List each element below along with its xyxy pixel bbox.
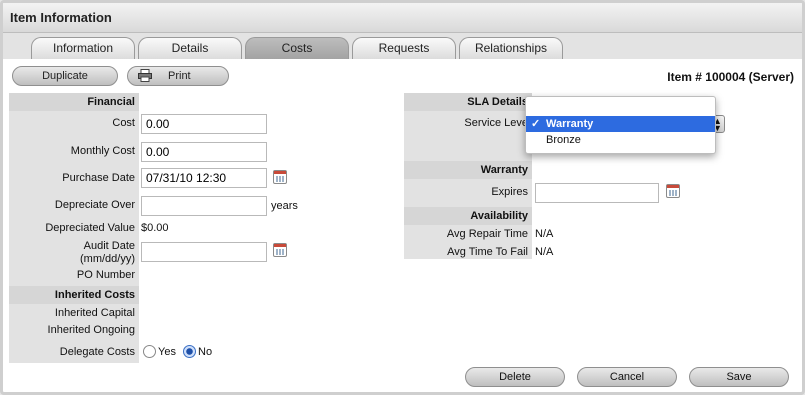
availability-section-header: Availability xyxy=(404,207,532,225)
delegate-yes-label: Yes xyxy=(158,346,176,358)
page-title: Item Information xyxy=(10,10,112,25)
avg-time-to-fail-label: Avg Time To Fail xyxy=(447,246,528,258)
calendar-icon[interactable] xyxy=(666,184,680,198)
inherited-ongoing-label: Inherited Ongoing xyxy=(47,324,135,336)
financial-section-header: Financial xyxy=(9,93,139,111)
po-number-label: PO Number xyxy=(76,269,135,281)
print-button[interactable]: Print xyxy=(127,66,229,86)
depreciate-over-input[interactable] xyxy=(141,196,267,216)
duplicate-button[interactable]: Duplicate xyxy=(12,66,118,86)
audit-date-input[interactable] xyxy=(141,242,267,262)
avg-repair-time-label: Avg Repair Time xyxy=(446,228,528,240)
delete-button[interactable]: Delete xyxy=(465,367,565,387)
expires-input[interactable] xyxy=(535,183,659,203)
inherited-costs-section-header: Inherited Costs xyxy=(9,286,139,304)
calendar-icon[interactable] xyxy=(273,243,287,257)
tab-strip: Information Details Costs Requests Relat… xyxy=(3,33,802,59)
printer-icon xyxy=(138,69,152,82)
depreciate-over-label: Depreciate Over xyxy=(54,199,135,211)
depreciated-value-label: Depreciated Value xyxy=(45,222,135,234)
service-level-dropdown-menu: ✓ Warranty Bronze xyxy=(525,96,716,154)
cost-label: Cost xyxy=(112,117,135,129)
purchase-date-label: Purchase Date xyxy=(62,172,135,184)
service-level-label: Service Leve xyxy=(464,117,528,129)
avg-time-to-fail-value: N/A xyxy=(535,246,554,258)
delegate-no-radio[interactable] xyxy=(183,345,196,358)
service-level-option-bronze[interactable]: Bronze xyxy=(526,132,715,148)
delegate-no-label: No xyxy=(198,346,213,358)
print-label: Print xyxy=(168,70,191,82)
calendar-icon[interactable] xyxy=(273,170,287,184)
tab-requests[interactable]: Requests xyxy=(352,37,456,59)
item-number: Item # 100004 (Server) xyxy=(667,70,794,84)
expires-label: Expires xyxy=(491,186,528,198)
monthly-cost-label: Monthly Cost xyxy=(70,145,135,157)
delegate-costs-label: Delegate Costs xyxy=(59,346,135,358)
sla-details-section-header: SLA Details xyxy=(404,93,532,111)
save-button[interactable]: Save xyxy=(689,367,789,387)
monthly-cost-input[interactable] xyxy=(141,142,267,162)
depreciated-value: $0.00 xyxy=(141,222,169,234)
item-information-window: Item Information Information Details Cos… xyxy=(0,0,805,395)
option-label: Bronze xyxy=(546,134,581,146)
service-level-option-warranty[interactable]: ✓ Warranty xyxy=(526,116,715,132)
cancel-button[interactable]: Cancel xyxy=(577,367,677,387)
audit-date-format-label: (mm/dd/yy) xyxy=(80,253,135,265)
purchase-date-input[interactable] xyxy=(141,168,267,188)
option-label: Warranty xyxy=(546,118,594,130)
tab-information[interactable]: Information xyxy=(31,37,135,59)
checkmark-icon: ✓ xyxy=(531,118,541,130)
warranty-section-header: Warranty xyxy=(404,161,532,179)
depreciate-unit: years xyxy=(271,200,298,212)
tab-costs[interactable]: Costs xyxy=(245,37,349,59)
title-bar: Item Information xyxy=(3,3,802,33)
cost-input[interactable] xyxy=(141,114,267,134)
inherited-capital-label: Inherited Capital xyxy=(54,307,135,319)
audit-date-label: Audit Date xyxy=(83,240,135,252)
tab-details[interactable]: Details xyxy=(138,37,242,59)
tab-relationships[interactable]: Relationships xyxy=(459,37,563,59)
delegate-yes-radio[interactable] xyxy=(143,345,156,358)
avg-repair-time-value: N/A xyxy=(535,228,554,240)
